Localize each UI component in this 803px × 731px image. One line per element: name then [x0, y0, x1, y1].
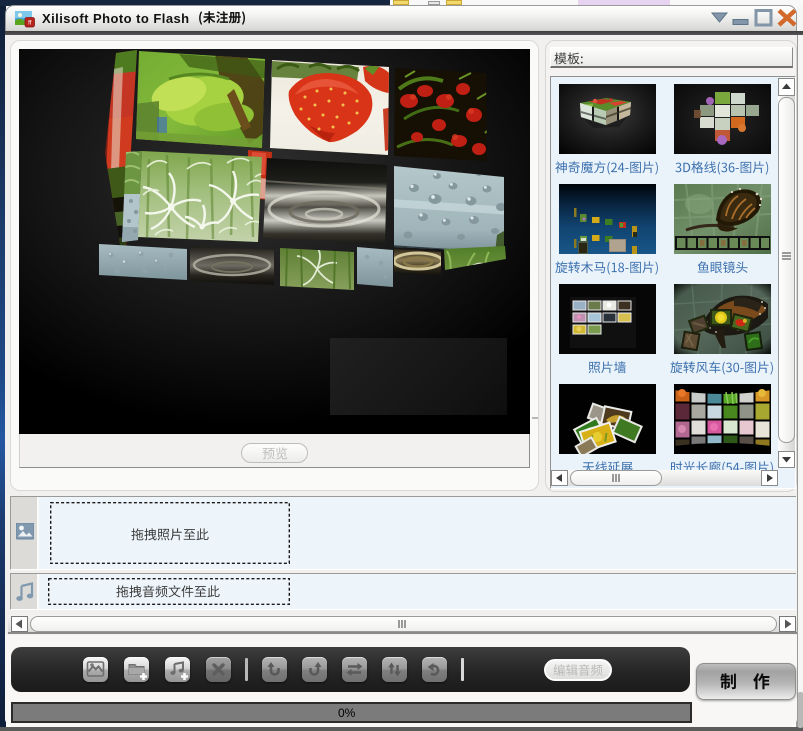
svg-text:ff: ff	[28, 21, 32, 27]
